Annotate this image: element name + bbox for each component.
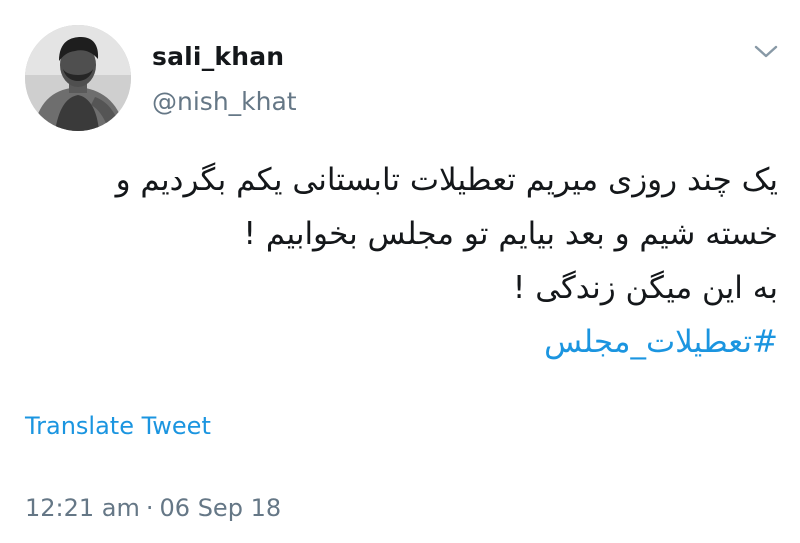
avatar[interactable]	[25, 25, 131, 131]
hashtag-link[interactable]: #تعطیلات_مجلس	[18, 315, 778, 369]
user-handle[interactable]: @nish_khat	[152, 87, 297, 116]
user-photo-avatar-icon	[25, 25, 131, 131]
tweet-card: sali_khan @nish_khat یک چند روزی میریم ت…	[0, 0, 800, 543]
tweet-text-line: به این میگن زندگی !	[512, 270, 778, 306]
separator-dot: ·	[145, 494, 154, 522]
chevron-down-icon[interactable]	[752, 42, 780, 62]
tweet-time: 12:21 am	[25, 494, 140, 522]
tweet-timestamp[interactable]: 12:21 am · 06 Sep 18	[25, 494, 281, 522]
tweet-date: 06 Sep 18	[159, 494, 282, 522]
tweet-text: یک چند روزی میریم تعطیلات تابستانی یکم ب…	[18, 153, 778, 369]
display-name[interactable]: sali_khan	[152, 42, 284, 71]
tweet-text-line: خسته شیم و بعد بیایم تو مجلس بخوابیم !	[243, 216, 778, 252]
translate-tweet-link[interactable]: Translate Tweet	[25, 412, 211, 440]
tweet-text-line: یک چند روزی میریم تعطیلات تابستانی یکم ب…	[115, 162, 778, 198]
